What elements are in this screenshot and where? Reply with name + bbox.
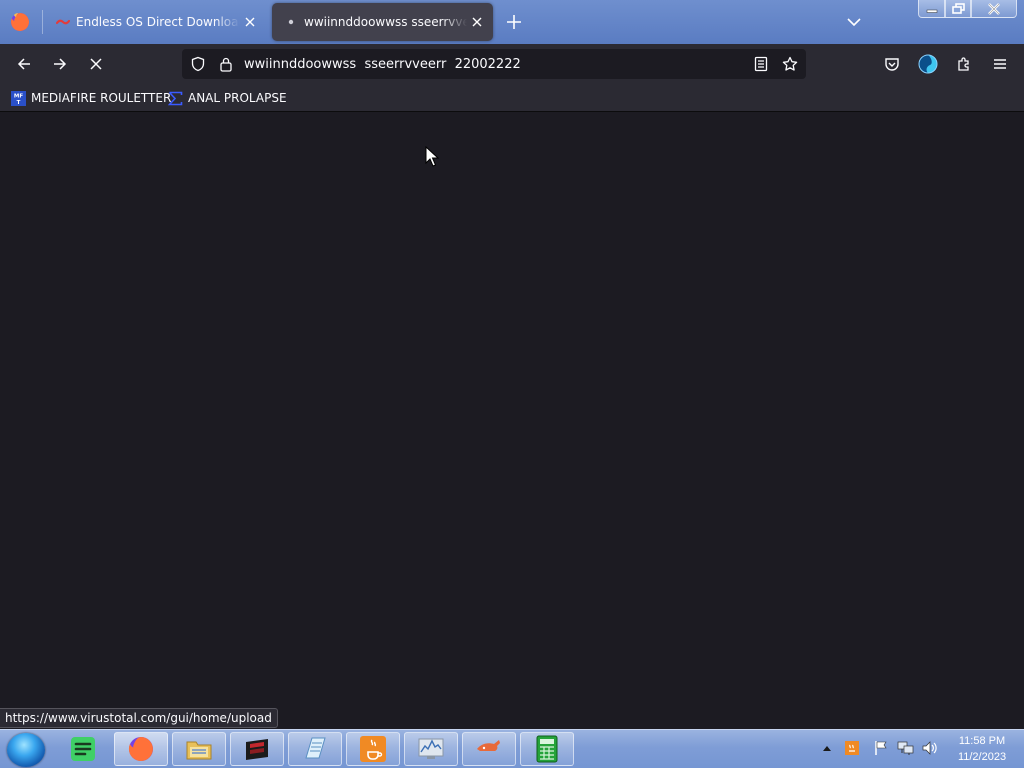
android-device-icon <box>477 740 500 751</box>
bookmark-label: MEDIAFIRE ROULETTER <box>31 91 172 105</box>
mft-icon: MF T <box>11 90 26 106</box>
tab-close-icon[interactable] <box>240 12 260 32</box>
svg-text:MF: MF <box>14 93 23 99</box>
start-orb-button[interactable] <box>7 733 45 767</box>
app-menu-button[interactable] <box>988 52 1012 76</box>
taskbar-clock[interactable]: 11:58 PM 11/2/2023 <box>951 733 1013 765</box>
clock-date: 11/2/2023 <box>957 751 1007 763</box>
show-hidden-icons-button[interactable] <box>818 738 836 758</box>
tray-java-update[interactable] <box>843 738 861 758</box>
bookmarks-toolbar: MF T MEDIAFIRE ROULETTER ANAL PROLAPSE <box>0 84 1024 112</box>
address-bar[interactable]: wwiinnddoowwss sseerrvveerr 22002222 <box>182 49 806 79</box>
back-arrow-icon <box>17 58 30 70</box>
media-player-icon <box>246 739 268 760</box>
close-icon <box>988 2 1000 15</box>
bookmark-star-icon[interactable] <box>781 55 799 73</box>
monitor-icon <box>418 738 444 759</box>
account-avatar-icon <box>918 54 938 74</box>
forward-button[interactable] <box>48 52 72 76</box>
forward-arrow-icon <box>54 58 67 70</box>
status-link-preview: https://www.virustotal.com/gui/home/uplo… <box>0 708 278 728</box>
restore-icon <box>951 3 965 14</box>
pocket-icon <box>885 58 899 71</box>
mouse-pointer-icon <box>425 146 439 167</box>
stop-icon <box>90 58 102 70</box>
tab-windows-server[interactable]: wwiinnddoowwss sseerrvveerr 22002222 <box>272 3 493 41</box>
sigma-icon <box>168 91 183 105</box>
firefox-icon <box>128 737 153 761</box>
tracking-protection-shield-icon[interactable] <box>189 55 207 73</box>
taskbar-android-app[interactable] <box>462 732 516 766</box>
firefox-menu-icon[interactable] <box>9 11 31 33</box>
puzzle-icon <box>958 57 969 71</box>
pocket-button[interactable] <box>880 52 904 76</box>
java-update-icon <box>845 741 859 755</box>
taskbar-firefox[interactable] <box>114 732 168 766</box>
new-tab-icon[interactable] <box>503 11 525 33</box>
tab-endless-os[interactable]: Endless OS Direct Download | Endless OS <box>44 3 266 41</box>
taskbar-java[interactable] <box>346 732 400 766</box>
taskbar-calculator[interactable] <box>520 732 574 766</box>
page-content <box>0 113 1024 729</box>
url-text[interactable]: wwiinnddoowwss sseerrvveerr 22002222 <box>244 57 521 72</box>
notes-icon <box>71 737 95 761</box>
taskbar-notes-app[interactable] <box>56 732 110 766</box>
tray-network[interactable] <box>897 738 915 758</box>
restore-button[interactable] <box>945 0 971 18</box>
tab-title: Endless OS Direct Download | Endless OS <box>76 15 240 29</box>
triangle-up-icon <box>823 746 831 751</box>
taskbar-system-monitor[interactable] <box>404 732 458 766</box>
bookmark-label: ANAL PROLAPSE <box>188 91 287 105</box>
lock-icon[interactable] <box>217 55 235 73</box>
tray-volume[interactable] <box>921 738 939 758</box>
tab-separator <box>42 10 43 34</box>
network-icon <box>897 741 914 755</box>
folder-icon <box>186 741 212 760</box>
tab-close-icon[interactable] <box>467 12 487 32</box>
minimize-icon <box>926 9 937 13</box>
endless-logo-icon <box>56 15 70 29</box>
stop-loading-button[interactable] <box>84 52 108 76</box>
back-button[interactable] <box>12 52 36 76</box>
flag-icon <box>875 741 887 755</box>
window-controls <box>918 0 1017 18</box>
clock-time: 11:58 PM <box>958 735 1006 747</box>
bookmark-mediafire-rouletter[interactable]: MF T MEDIAFIRE ROULETTER <box>11 89 171 107</box>
java-icon <box>360 736 386 762</box>
extensions-button[interactable] <box>952 52 976 76</box>
calculator-icon <box>536 735 558 763</box>
speaker-icon <box>922 741 937 755</box>
tab-title: wwiinnddoowwss sseerrvveerr 22002222 <box>304 15 467 29</box>
bookmark-anal-prolapse[interactable]: ANAL PROLAPSE <box>168 89 287 107</box>
taskbar-file-explorer[interactable] <box>172 732 226 766</box>
svg-text:T: T <box>17 100 21 106</box>
title-bar: Endless OS Direct Download | Endless OS … <box>0 0 1024 44</box>
taskbar-notepad[interactable] <box>288 732 342 766</box>
list-all-tabs-icon[interactable] <box>843 11 865 33</box>
loading-dot-icon <box>284 15 298 29</box>
account-button[interactable] <box>916 52 940 76</box>
taskbar-media-app[interactable] <box>230 732 284 766</box>
minimize-button[interactable] <box>918 0 945 18</box>
hamburger-menu-icon <box>994 59 1006 69</box>
reader-view-icon[interactable] <box>752 55 770 73</box>
notepad-icon <box>305 737 326 759</box>
taskbar <box>0 729 1024 768</box>
tray-action-center[interactable] <box>872 738 890 758</box>
close-window-button[interactable] <box>971 0 1017 18</box>
